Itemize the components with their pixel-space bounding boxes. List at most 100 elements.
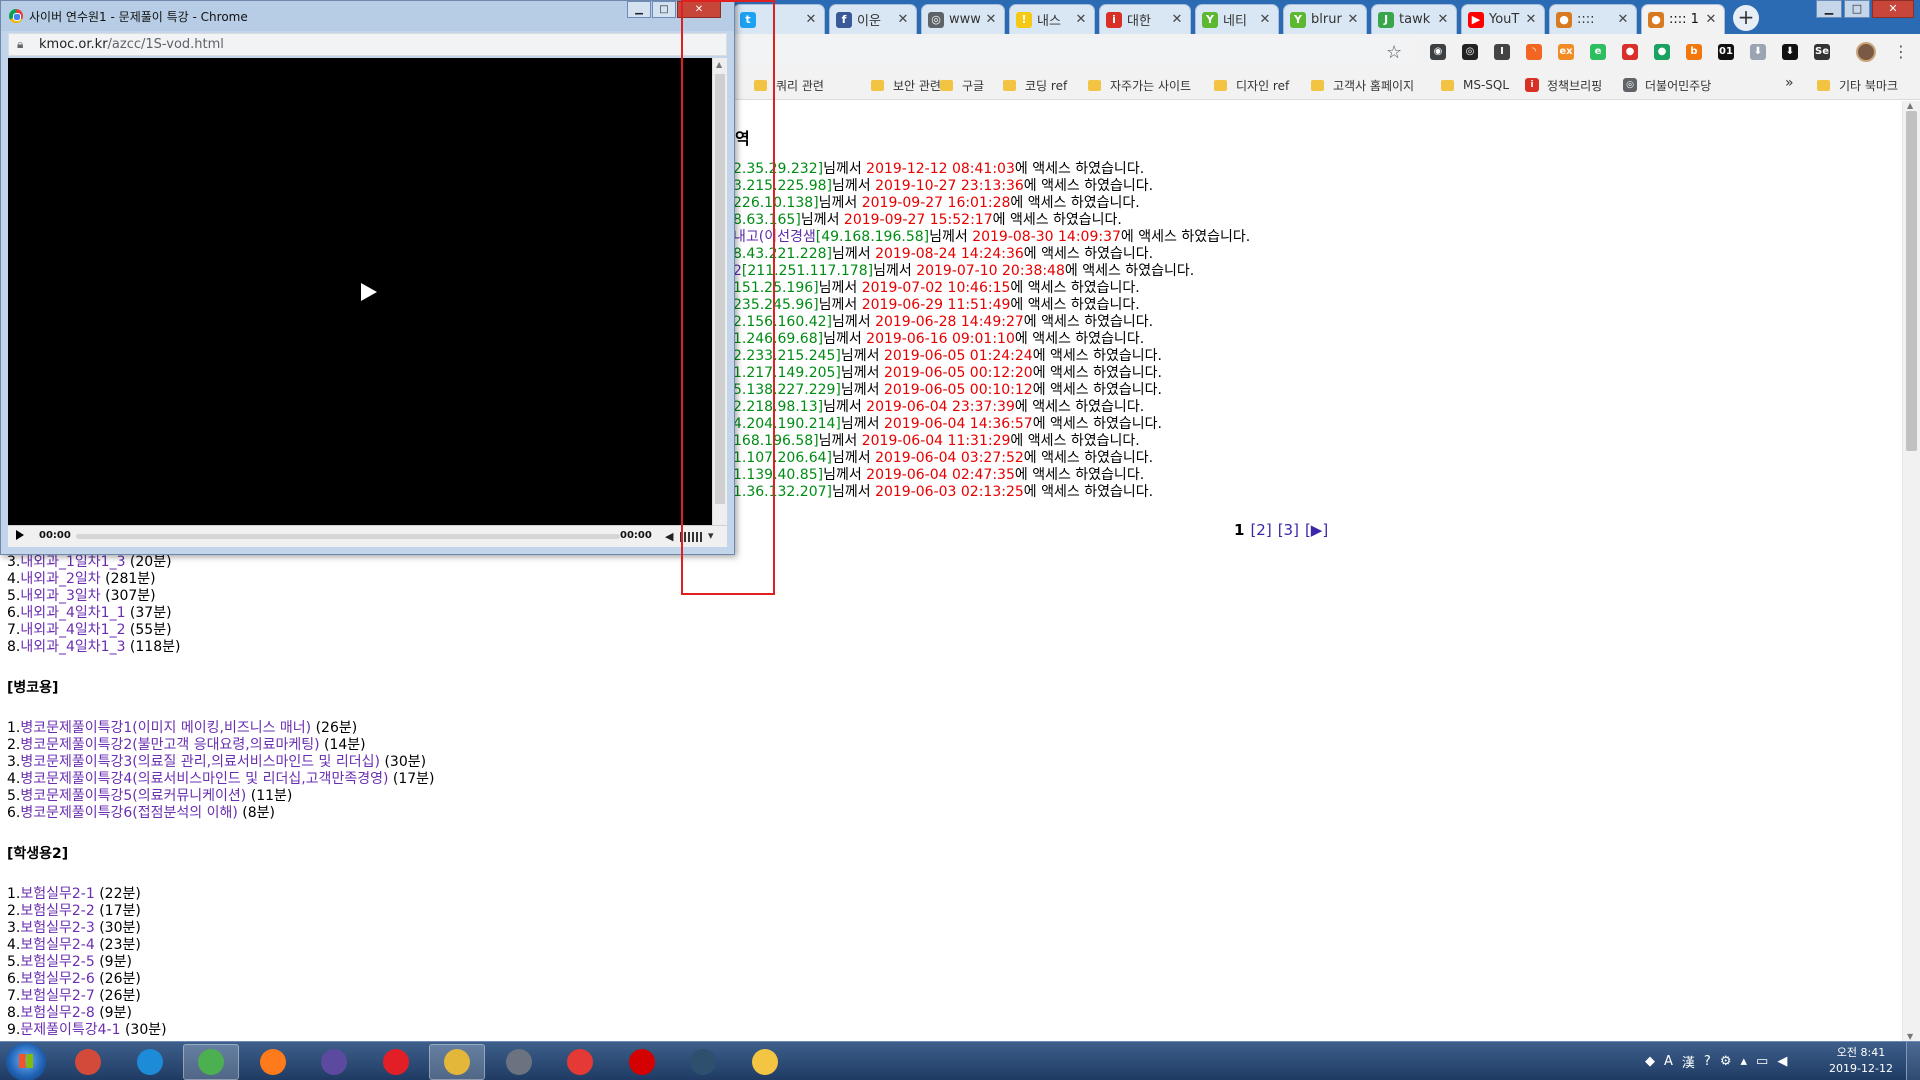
scrollbar-thumb[interactable] [1906,111,1917,451]
download-arrow-icon-icon[interactable]: ⬇ [1750,44,1766,60]
maximize-button[interactable]: □ [1844,0,1870,18]
popup-titlebar[interactable]: 사이버 연수원1 - 문제풀이 특강 - Chrome ▁ □ ✕ [1,1,734,31]
browser-tab[interactable]: ◎ www ✕ [921,4,1005,34]
vod-link[interactable]: 보험실무2-2 [20,903,94,919]
new-tab-button[interactable]: + [1733,5,1759,31]
vod-link[interactable]: 병코문제풀이특강1(이미지 메이킹,비즈니스 매너) [20,720,311,736]
bookmark-item[interactable]: 자주가는 사이트 [1088,76,1191,94]
tray-menu-icon[interactable]: ⚙ [1720,1054,1732,1069]
tab-close-icon[interactable]: ✕ [1346,12,1360,27]
tab-close-icon[interactable]: ✕ [1436,12,1450,27]
bookmark-item[interactable]: 디자인 ref [1214,76,1289,94]
vod-link[interactable]: 보험실무2-3 [20,920,94,936]
taskbar-app-firefox[interactable] [245,1044,301,1080]
vod-link[interactable]: 병코문제풀이특강5(의료커뮤니케이션) [20,788,246,804]
taskbar-app-eclipse[interactable] [306,1044,362,1080]
vod-link[interactable]: 병코문제풀이특강3(의료질 관리,의료서비스마인드 및 리더십) [20,754,380,770]
browser-tab[interactable]: f 이운 ✕ [829,4,917,34]
clock[interactable]: 오전 8:41 2019-12-12 [1823,1045,1899,1077]
bookmark-item[interactable]: 구글 [940,76,984,94]
taskbar-app-book[interactable] [491,1044,547,1080]
menu-icon[interactable]: ⋮ [1893,42,1909,61]
seek-bar[interactable] [76,534,620,539]
tab-close-icon[interactable]: ✕ [1616,12,1630,27]
taskbar-app-tree[interactable] [675,1044,731,1080]
video-player[interactable] [8,58,712,525]
ext-5-icon[interactable]: ex [1558,44,1574,60]
tab-close-icon[interactable]: ✕ [1704,12,1718,27]
bookmark-item[interactable]: MS-SQL [1441,76,1509,94]
vod-link[interactable]: 보험실무2-8 [20,1005,94,1021]
vod-link[interactable]: 내외과_4일차1_3 [20,639,125,655]
evernote-icon-icon[interactable]: e [1590,44,1606,60]
tab-close-icon[interactable]: ✕ [1524,12,1538,27]
browser-tab[interactable]: Y 네티 ✕ [1195,4,1279,34]
vod-link[interactable]: 보험실무2-1 [20,886,94,902]
show-desktop-button[interactable] [1906,1042,1920,1080]
tray-expand-icon[interactable]: ▴ [1740,1054,1747,1069]
taskbar-app-opera[interactable] [368,1044,424,1080]
tab-close-icon[interactable]: ✕ [1170,12,1184,27]
close-window-button[interactable]: ✕ [1872,0,1914,18]
play-icon[interactable] [361,283,377,301]
tab-close-icon[interactable]: ✕ [1074,12,1088,27]
taskbar-app-ie[interactable] [122,1044,178,1080]
vod-link[interactable]: 내외과_4일차1_1 [20,605,125,621]
bookmarks-overflow-button[interactable]: » [1785,75,1794,91]
start-button[interactable] [6,1043,46,1080]
vod-link[interactable]: 내외과_3일차 [20,588,100,604]
ext-10-icon[interactable]: 01 [1718,44,1734,60]
vod-link[interactable]: 병코문제풀이특강2(불만고객 응대요령,의료마케팅) [20,737,319,753]
bookmark-item[interactable]: 코딩 ref [1003,76,1067,94]
help-icon[interactable]: ? [1704,1054,1711,1069]
page-scrollbar[interactable]: ▲ ▼ [1902,101,1920,1041]
ime-language[interactable]: A [1664,1054,1673,1069]
scroll-up-arrow-icon[interactable]: ▲ [1907,101,1913,110]
volume-tray-icon[interactable]: ◀ [1777,1054,1787,1069]
page-next-button[interactable]: [▶] [1305,521,1328,539]
ext-8-icon[interactable]: ● [1654,44,1670,60]
popup-minimize-button[interactable]: ▁ [627,1,651,18]
browser-tab[interactable]: ●:::: ✕ [1549,4,1637,34]
ext-2-icon[interactable]: ◎ [1462,44,1478,60]
browser-tab[interactable]: i 대한 ✕ [1099,4,1191,34]
vod-link[interactable]: 보험실무2-4 [20,937,94,953]
taskbar-app-vivaldi[interactable] [60,1044,116,1080]
volume-icon[interactable]: ◀ [665,530,673,543]
bookmark-item[interactable]: 보안 관련 [871,76,941,94]
vod-link[interactable]: 보험실무2-5 [20,954,94,970]
download-icon-icon[interactable]: ⬇ [1782,44,1798,60]
vod-link[interactable]: 병코문제풀이특강4(의료서비스마인드 및 리더십,고객만족경영) [20,771,388,787]
taskbar-app-folder[interactable] [737,1044,793,1080]
browser-tab[interactable]: ●:::: 1 ✕ [1641,4,1725,34]
address-bar[interactable] [735,38,1415,66]
ext-13-icon[interactable]: Se [1814,44,1830,60]
ext-1-icon[interactable]: ◉ [1430,44,1446,60]
vod-link[interactable]: 내외과_1일차1_3 [20,554,125,570]
vod-link[interactable]: 문제풀이특강4-1 [20,1022,120,1038]
bookmark-item[interactable]: i 정책브리핑 [1525,76,1602,94]
tab-close-icon[interactable]: ✕ [984,12,998,27]
profile-avatar[interactable] [1856,42,1876,62]
network-icon[interactable]: ▭ [1756,1054,1768,1069]
popup-maximize-button[interactable]: □ [652,1,676,18]
page-link[interactable]: [3] [1278,521,1299,539]
page-link[interactable]: [2] [1250,521,1271,539]
other-bookmarks[interactable]: 기타 북마크 [1817,76,1898,94]
vod-link[interactable]: 내외과_2일차 [20,571,100,587]
tab-close-icon[interactable]: ✕ [1258,12,1272,27]
bookmark-item[interactable]: 고객사 홈페이지 [1311,76,1414,94]
browser-tab[interactable]: ▶ YouT ✕ [1461,4,1545,34]
vod-link[interactable]: 병코문제풀이특강6(접점분석의 이해) [20,805,237,821]
tab-close-icon[interactable]: ✕ [896,12,910,27]
tab-close-icon[interactable]: ✕ [804,12,818,27]
scroll-down-arrow-icon[interactable]: ▼ [1907,1032,1913,1041]
browser-tab[interactable]: ! 내스 ✕ [1009,4,1095,34]
ext-7-icon[interactable]: ● [1622,44,1638,60]
rss-icon-icon[interactable]: ◝ [1526,44,1542,60]
vod-link[interactable]: 보험실무2-6 [20,971,94,987]
play-button[interactable] [16,530,24,540]
taskbar-app-tool[interactable] [429,1044,485,1080]
bookmark-star-icon[interactable]: ☆ [1386,42,1402,63]
taskbar-app-chrome[interactable] [183,1044,239,1080]
